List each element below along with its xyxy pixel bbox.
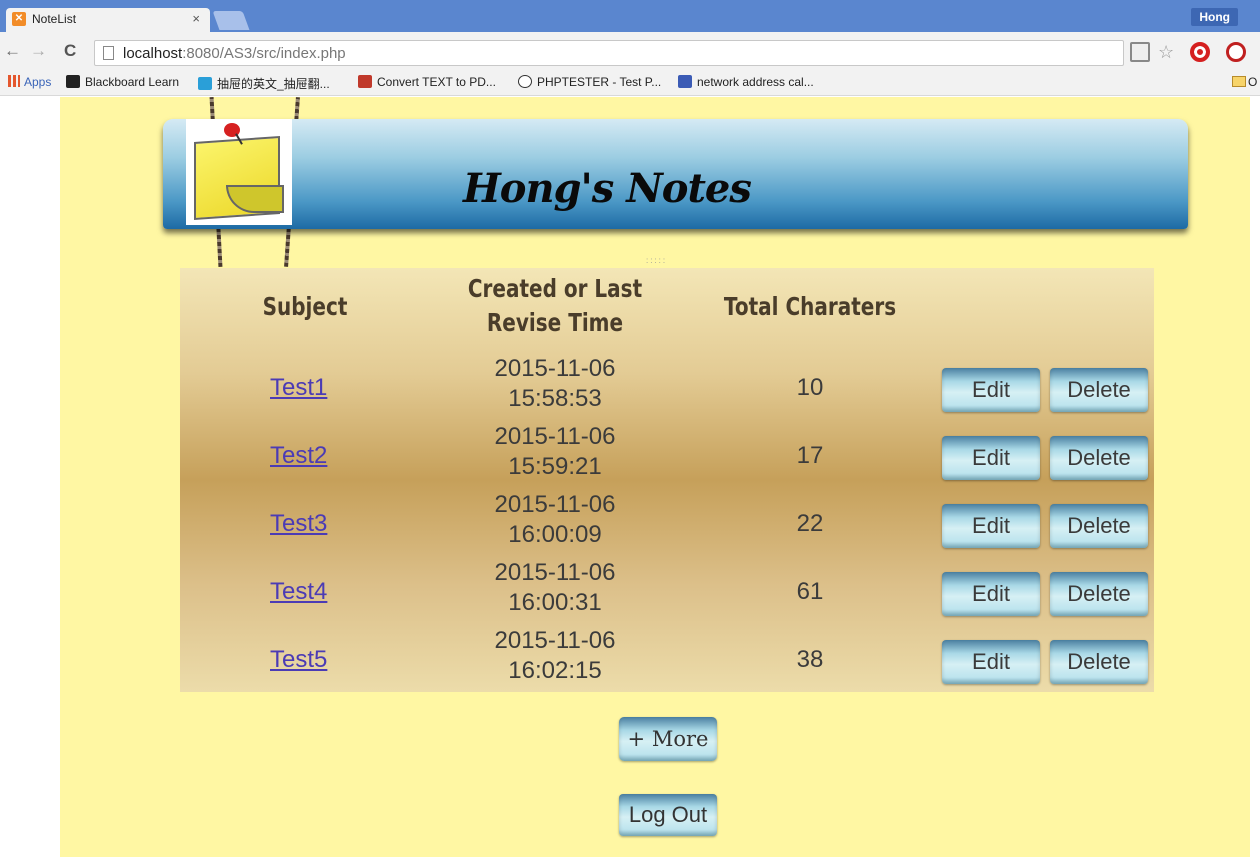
apps-icon: [8, 75, 20, 87]
note-subject-link[interactable]: Test3: [270, 510, 327, 538]
delete-button[interactable]: Delete: [1050, 640, 1148, 684]
note-char-count: 38: [796, 646, 824, 673]
edit-button[interactable]: Edit: [942, 504, 1040, 548]
bookmark-blackboard[interactable]: Blackboard Learn: [66, 75, 179, 89]
note-subject-link[interactable]: Test1: [270, 374, 327, 402]
table-row: Test1 2015-11-06 15:58:53 10 Edit Delete: [180, 355, 1154, 424]
delete-button[interactable]: Delete: [1050, 572, 1148, 616]
bookmarks-bar: Apps Blackboard Learn 抽屉的英文_抽屉翻... Conve…: [0, 70, 1260, 96]
adblock-icon[interactable]: [1190, 42, 1210, 62]
page-icon: [103, 46, 114, 60]
bookmark-phptester[interactable]: PHPTESTER - Test P...: [518, 75, 661, 89]
note-timestamp: 2015-11-06 16:02:15: [494, 627, 616, 684]
column-header-time: Created or Last Revise Time: [467, 274, 643, 337]
forward-arrow-icon[interactable]: →: [30, 41, 47, 61]
profile-button[interactable]: Hong: [1191, 8, 1238, 26]
delete-button[interactable]: Delete: [1050, 504, 1148, 548]
edit-button[interactable]: Edit: [942, 640, 1040, 684]
note-subject-link[interactable]: Test5: [270, 646, 327, 674]
column-header-characters: Total Charaters: [723, 292, 897, 321]
reload-icon[interactable]: C: [64, 41, 76, 61]
page-title: Hong's Notes: [463, 165, 752, 212]
extension-icon[interactable]: [1130, 42, 1150, 62]
note-timestamp: 2015-11-06 15:59:21: [494, 423, 616, 480]
pdf-icon: [358, 75, 372, 88]
browser-tab[interactable]: ✕ NoteList ×: [6, 8, 210, 32]
new-tab-button[interactable]: [212, 11, 250, 30]
bookmark-apps[interactable]: Apps: [8, 75, 51, 89]
edit-button[interactable]: Edit: [942, 368, 1040, 412]
tab-close-icon[interactable]: ×: [192, 11, 200, 26]
note-char-count: 22: [796, 510, 824, 537]
browser-tabstrip: ✕ NoteList × Hong: [0, 0, 1260, 32]
table-row: Test5 2015-11-06 16:02:15 38 Edit Delete: [180, 627, 1154, 696]
note-timestamp: 2015-11-06 15:58:53: [494, 355, 616, 412]
notes-table: Subject Created or Last Revise Time Tota…: [180, 268, 1154, 692]
table-row: Test3 2015-11-06 16:00:09 22 Edit Delete: [180, 491, 1154, 560]
note-char-count: 10: [796, 374, 824, 401]
delete-button[interactable]: Delete: [1050, 436, 1148, 480]
bookmark-star-icon[interactable]: ☆: [1158, 42, 1178, 62]
phptester-icon: [518, 75, 532, 88]
address-bar[interactable]: localhost:8080/AS3/src/index.php: [94, 40, 1124, 66]
table-row: Test2 2015-11-06 15:59:21 17 Edit Delete: [180, 423, 1154, 492]
delete-button[interactable]: Delete: [1050, 368, 1148, 412]
bookmark-dictionary[interactable]: 抽屉的英文_抽屉翻...: [198, 75, 330, 92]
bookmark-network[interactable]: network address cal...: [678, 75, 814, 89]
bookmark-folder-icon[interactable]: [1232, 76, 1246, 87]
bookmark-folder-label[interactable]: O: [1248, 75, 1257, 89]
sticky-note-icon: [186, 119, 292, 225]
logout-button[interactable]: Log Out: [619, 794, 717, 836]
note-timestamp: 2015-11-06 16:00:31: [494, 559, 616, 616]
dictionary-icon: [198, 77, 212, 90]
network-icon: [678, 75, 692, 88]
note-char-count: 17: [796, 442, 824, 469]
url-text[interactable]: localhost:8080/AS3/src/index.php: [123, 45, 346, 62]
edit-button[interactable]: Edit: [942, 572, 1040, 616]
note-subject-link[interactable]: Test4: [270, 578, 327, 606]
resize-dots: :::::: [646, 256, 668, 265]
note-timestamp: 2015-11-06 16:00:09: [494, 491, 616, 548]
blackboard-icon: [66, 75, 80, 88]
page-viewport: Hong's Notes ::::: Subject Created or La…: [0, 97, 1260, 857]
tab-title: NoteList: [32, 12, 77, 26]
note-char-count: 61: [796, 578, 824, 605]
xampp-favicon-icon: ✕: [12, 12, 26, 26]
block-icon[interactable]: [1226, 42, 1246, 62]
table-row: Test4 2015-11-06 16:00:31 61 Edit Delete: [180, 559, 1154, 628]
column-header-subject: Subject: [262, 292, 348, 321]
more-button[interactable]: + More: [619, 717, 717, 761]
back-arrow-icon[interactable]: ←: [4, 41, 21, 61]
edit-button[interactable]: Edit: [942, 436, 1040, 480]
bookmark-pdf[interactable]: Convert TEXT to PD...: [358, 75, 496, 89]
note-subject-link[interactable]: Test2: [270, 442, 327, 470]
